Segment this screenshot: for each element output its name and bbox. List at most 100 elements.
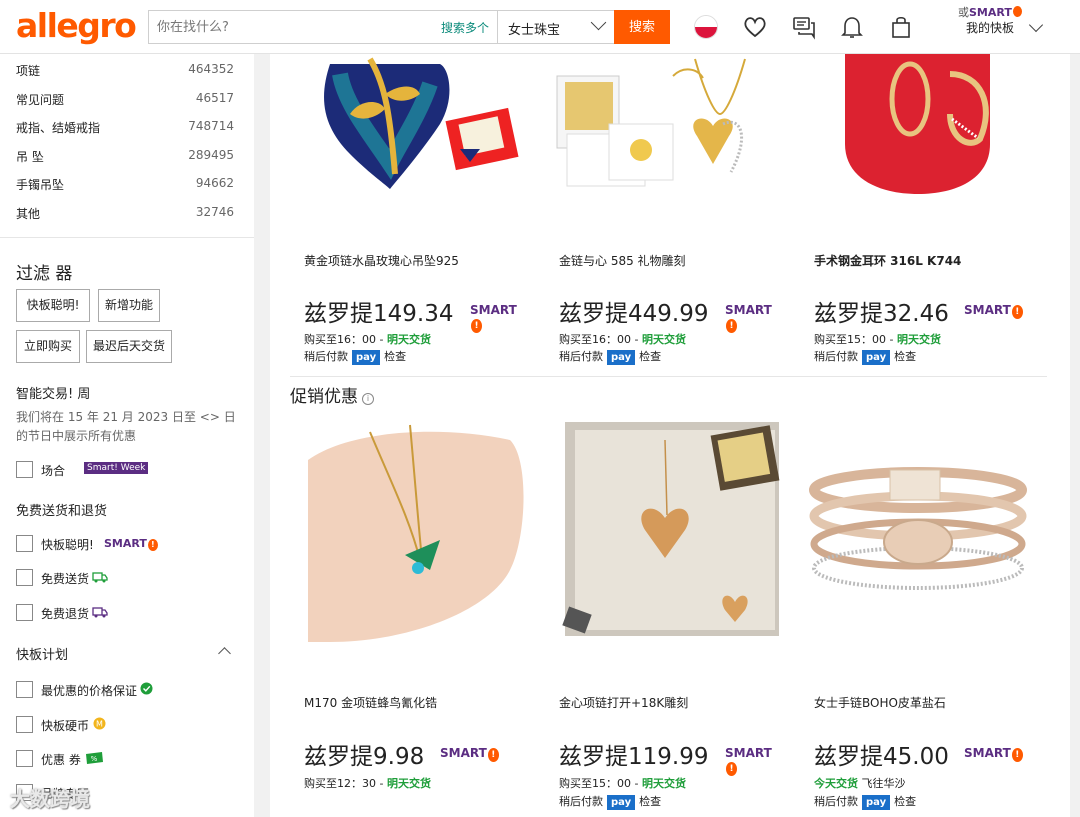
pay-logo: pay xyxy=(607,795,636,810)
coupons-checkbox-row[interactable]: 优惠 券 % xyxy=(16,750,216,768)
smart-badge-text: SMART xyxy=(440,746,487,760)
free-delivery-checkbox-row[interactable]: 免费送货 xyxy=(16,569,216,587)
delivery-day: 明天交货 xyxy=(386,777,431,790)
check-link[interactable]: 检查 xyxy=(894,795,916,808)
category-select[interactable]: 女士珠宝 xyxy=(497,11,614,43)
checkbox[interactable] xyxy=(16,750,33,767)
pay-later-label: 稍后付款 xyxy=(814,350,858,363)
smart-badge-text: SMART xyxy=(964,303,1011,317)
product-image[interactable] xyxy=(545,54,781,214)
product-title[interactable]: 手术钢金耳环 316L K744 xyxy=(814,252,961,269)
pay-logo: pay xyxy=(352,350,381,365)
checkbox[interactable] xyxy=(16,461,33,478)
pay-later-label: 稍后付款 xyxy=(559,795,603,808)
checkbox[interactable] xyxy=(16,716,33,733)
product-card[interactable]: 金链与心 585 礼物雕刻 兹罗提449.99 SMART! 购买至16：00 … xyxy=(545,54,781,376)
product-title[interactable]: 黄金项链水晶玫瑰心吊坠925 xyxy=(304,252,459,269)
top-header: allegro 搜索多个 女士珠宝 搜索 或SMART 我的快板 xyxy=(0,0,1080,54)
free-return-checkbox-row[interactable]: 免费退货 xyxy=(16,604,216,622)
pay-later-label: 稍后付款 xyxy=(304,350,348,363)
delivery-info: 购买至15：00 - 明天交货 xyxy=(559,775,686,791)
filter-chip-new[interactable]: 新增功能 xyxy=(98,289,160,322)
delivery-info: 购买至16：00 - 明天交货 xyxy=(559,331,686,347)
product-image[interactable] xyxy=(545,420,781,642)
delivery-info: 购买至15：00 - 明天交货 xyxy=(814,331,941,347)
pay-later-row[interactable]: 稍后付款 pay 检查 xyxy=(814,348,916,365)
checkbox-label: 快板硬币 xyxy=(41,719,90,733)
search-multiple-link[interactable]: 搜索多个 xyxy=(441,19,489,36)
product-card[interactable]: 金心项链打开+18K雕刻 兹罗提119.99 SMART! 购买至15：00 -… xyxy=(545,420,781,817)
smart-account-hint: 或SMART xyxy=(958,4,1022,20)
delivery-info: 今天交货 飞往华沙 xyxy=(814,775,906,791)
checkbox-label: 免费退货 xyxy=(41,607,90,621)
poland-flag-icon[interactable] xyxy=(694,15,718,39)
allegro-logo[interactable]: allegro xyxy=(16,6,137,45)
delivery-cutoff: 购买至16：00 - xyxy=(304,333,387,346)
category-count: 46517 xyxy=(195,91,234,105)
best-price-checkbox-row[interactable]: 最优惠的价格保证 xyxy=(16,681,216,699)
checkbox[interactable] xyxy=(16,569,33,586)
check-link[interactable]: 检查 xyxy=(894,350,916,363)
delivery-cutoff: 购买至15：00 - xyxy=(559,777,642,790)
product-card[interactable]: 女士手链BOHO皮革盐石 兹罗提45.00 SMART! 今天交货 飞往华沙 稍… xyxy=(800,420,1036,817)
smart-badge-text: SMART xyxy=(470,303,517,317)
chevron-down-icon[interactable] xyxy=(1028,17,1044,33)
category-name: 其他 xyxy=(16,207,41,221)
pay-later-row[interactable]: 稍后付款 pay 检查 xyxy=(559,348,661,365)
filters-heading: 过滤 器 xyxy=(16,264,73,284)
product-title[interactable]: 女士手链BOHO皮革盐石 xyxy=(814,694,946,711)
category-name: 吊 坠 xyxy=(16,150,44,164)
smart-dot-icon xyxy=(1012,6,1022,17)
product-title[interactable]: 金链与心 585 礼物雕刻 xyxy=(559,252,686,269)
chevron-down-icon xyxy=(590,14,607,31)
pay-later-row[interactable]: 稍后付款 pay 检查 xyxy=(304,348,406,365)
checkbox[interactable] xyxy=(16,681,33,698)
product-card[interactable]: 手术钢金耳环 316L K744 兹罗提32.46 SMART! 购买至15：0… xyxy=(800,54,1036,376)
heart-icon[interactable] xyxy=(742,14,768,40)
search-button[interactable]: 搜索 xyxy=(614,10,670,44)
allegro-coins-checkbox-row[interactable]: 快板硬币 M xyxy=(16,716,216,734)
check-link[interactable]: 检查 xyxy=(384,350,406,363)
info-icon[interactable]: i xyxy=(362,393,374,405)
check-link[interactable]: 检查 xyxy=(639,350,661,363)
checkbox[interactable] xyxy=(16,535,33,552)
filter-chip-delivery-2-days[interactable]: 最迟后天交货 xyxy=(86,330,172,363)
checkbox[interactable] xyxy=(16,604,33,621)
bell-icon[interactable] xyxy=(839,14,865,40)
return-truck-icon xyxy=(92,607,108,618)
delivery-cutoff: 购买至16：00 - xyxy=(559,333,642,346)
product-image[interactable] xyxy=(290,420,526,642)
smart-badge: SMART! xyxy=(725,746,781,776)
messages-icon[interactable] xyxy=(791,14,817,40)
heart-pendant-image xyxy=(324,57,519,189)
checkbox-label: 场合 xyxy=(41,464,66,478)
product-image[interactable] xyxy=(800,420,1036,642)
smart-dot-icon: ! xyxy=(471,319,482,333)
smart-dot-icon: ! xyxy=(147,539,158,551)
chevron-up-icon[interactable] xyxy=(218,647,231,660)
check-link[interactable]: 检查 xyxy=(639,795,661,808)
smart-dot-icon: ! xyxy=(1011,305,1023,319)
shopping-bag-icon[interactable] xyxy=(888,14,914,40)
smart-dot-icon: ! xyxy=(1011,748,1023,762)
product-card[interactable]: M170 金项链蜂鸟氰化锆 兹罗提9.98 SMART! 购买至12：30 - … xyxy=(290,420,526,817)
product-image[interactable] xyxy=(290,54,526,214)
delivery-cutoff: 购买至15：00 - xyxy=(814,333,897,346)
smart-badge-text: SMART xyxy=(964,746,1011,760)
product-card[interactable]: 黄金项链水晶玫瑰心吊坠925 兹罗提149.34 SMART! 购买至16：00… xyxy=(290,54,526,376)
delivery-day: 今天交货 xyxy=(814,777,858,790)
divider xyxy=(0,237,254,238)
filter-chip-buy-now[interactable]: 立即购买 xyxy=(16,330,80,363)
my-allegro-menu[interactable]: 我的快板 xyxy=(966,19,1014,36)
pay-later-row[interactable]: 稍后付款 pay 检查 xyxy=(559,793,661,810)
product-image[interactable] xyxy=(800,54,1036,214)
search-bar: 搜索多个 女士珠宝 搜索 xyxy=(148,10,670,44)
smart-week-description: 我们将在 15 年 21 月 2023 日至 <> 日的节日中展示所有优惠 xyxy=(16,410,236,443)
product-title[interactable]: 金心项链打开+18K雕刻 xyxy=(559,694,688,711)
filter-chip-allegro-smart[interactable]: 快板聪明! xyxy=(16,289,90,322)
smart-badge: SMART! xyxy=(964,303,1023,319)
product-title[interactable]: M170 金项链蜂鸟氰化锆 xyxy=(304,694,437,711)
pay-later-row[interactable]: 稍后付款 pay 检查 xyxy=(814,793,916,810)
smart-checkbox-row[interactable]: 快板聪明! SMART! xyxy=(16,535,216,553)
occasion-checkbox-row[interactable]: 场合 Smart! Week xyxy=(16,461,216,479)
